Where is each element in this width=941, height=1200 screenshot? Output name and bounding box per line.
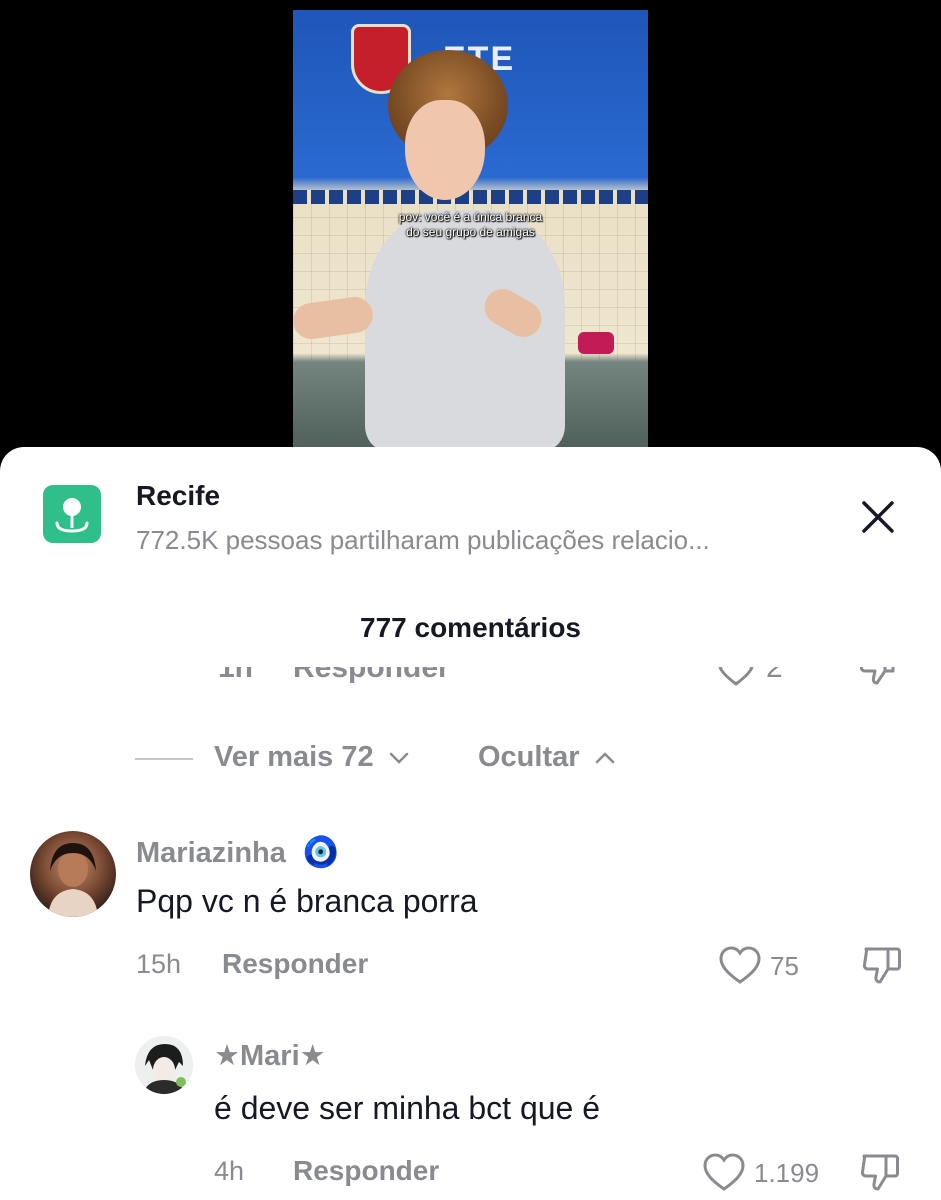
video-frame[interactable]: ETE pov: você é a única branca do seu gr… (293, 10, 648, 450)
video-player[interactable]: ETE pov: você é a única branca do seu gr… (0, 0, 941, 470)
location-banner[interactable]: Recife 772.5K pessoas partilharam public… (0, 447, 941, 567)
hide-label: Ocultar (478, 741, 580, 773)
previous-reply-time: 1h (218, 667, 254, 684)
comment-item: Mariazinha 🧿 Pqp vc n é branca porra 15h… (0, 827, 941, 997)
close-icon (862, 501, 894, 533)
heart-icon[interactable] (716, 667, 756, 689)
close-button[interactable] (856, 495, 900, 539)
comment-text: é deve ser minha bct que é (214, 1090, 601, 1126)
comment-username[interactable]: ★Mari★ (214, 1038, 326, 1073)
comment-username[interactable]: Mariazinha 🧿 (136, 835, 339, 870)
comment-time: 15h (136, 949, 182, 979)
like-count: 75 (770, 951, 799, 981)
location-pin-icon (43, 485, 101, 543)
reply-button[interactable]: Responder (293, 1155, 439, 1187)
avatar[interactable] (30, 831, 116, 917)
comment-time: 4h (214, 1156, 245, 1186)
dislike-icon[interactable] (857, 667, 901, 689)
comments-sheet: Recife 772.5K pessoas partilharam public… (0, 447, 941, 1200)
video-caption-line-1: pov: você é a única branca (398, 210, 543, 224)
nazar-badge-icon: 🧿 (301, 836, 340, 869)
hide-replies-button[interactable]: Ocultar (478, 741, 616, 774)
location-subtitle: 772.5K pessoas partilharam publicações r… (136, 525, 710, 555)
location-title: Recife (136, 480, 221, 511)
like-count: 1.199 (754, 1158, 820, 1188)
view-more-label: Ver mais 72 (214, 741, 374, 773)
heart-icon[interactable] (718, 945, 762, 985)
bag-image (578, 332, 614, 354)
chevron-down-icon (389, 753, 408, 765)
chevron-up-icon (595, 752, 614, 764)
avatar-anime-image (135, 1036, 193, 1094)
video-caption-line-2: do seu grupo de amigas (406, 225, 535, 239)
thread-controls: Ver mais 72 Ocultar (0, 739, 941, 779)
view-more-replies-button[interactable]: Ver mais 72 (214, 741, 410, 774)
comment-text: Pqp vc n é branca porra (136, 883, 478, 919)
dislike-icon[interactable] (858, 1151, 902, 1195)
reply-button[interactable]: Responder (222, 948, 368, 980)
comment-count-title: 777 comentários (360, 612, 581, 643)
avatar[interactable] (135, 1036, 193, 1094)
reply-item: ★Mari★ é deve ser minha bct que é 4h Res… (0, 1032, 941, 1200)
thread-divider-line (135, 758, 193, 760)
heart-icon[interactable] (702, 1152, 746, 1192)
previous-reply-button[interactable]: Responder (293, 667, 450, 685)
previous-reply-likes: 2 (766, 667, 783, 684)
avatar-photo (48, 843, 98, 917)
dislike-icon[interactable] (860, 944, 904, 988)
person-face (405, 100, 485, 200)
username-text: Mariazinha (136, 837, 286, 869)
previous-reply-meta: 1h Responder 2 (0, 667, 941, 693)
video-caption: pov: você é a única branca do seu grupo … (353, 210, 588, 240)
